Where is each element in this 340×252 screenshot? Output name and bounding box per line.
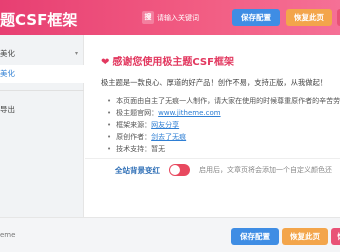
list-item: 本页面由自主了无痕一人制作，请大家在使用的时候尊重原作者的辛苦劳 <box>107 95 340 107</box>
main-content: ❤ 感谢您使用极主题CSF框架 极主题是一款良心、厚道的好产品！创作不易，支持正版… <box>85 35 340 217</box>
sidebar-item-export[interactable]: 导出 <box>0 101 84 119</box>
reset-page-button[interactable]: 恢复此页 <box>286 9 332 26</box>
footer-bar: eme 保存配置 恢复此页 恢 <box>0 217 340 252</box>
author-link[interactable]: 剑去了无痕 <box>151 133 186 141</box>
sidebar-item-label: 导出 <box>0 105 15 114</box>
heart-icon: ❤ <box>101 57 110 68</box>
list-item: 极主题官网：www.jitheme.com <box>107 107 340 119</box>
list-item-text: 原创作者： <box>116 133 152 141</box>
sidebar: 美化 ▾ 美化 导出 <box>0 35 84 217</box>
list-item: 技术支持：暂无 <box>107 143 340 155</box>
save-config-button[interactable]: 保存配置 <box>232 9 280 26</box>
card-title-text: 感谢您使用极主题CSF框架 <box>112 57 234 68</box>
sidebar-item-beautify-sub[interactable]: 美化 <box>0 65 84 83</box>
list-item-text: 本页面由自主了无痕一人制作，请大家在使用的时候尊重原作者的辛苦劳 <box>116 97 340 105</box>
sidebar-item-label: 美化 <box>0 69 15 78</box>
card-title: ❤ 感谢您使用极主题CSF框架 <box>101 53 234 68</box>
footer-restore-all-button[interactable]: 恢 <box>331 228 340 245</box>
list-item-text: 框架来源： <box>116 121 152 129</box>
header-bar: 题CSF框架 搜 保存配置 恢复此页 恢 <box>0 0 340 35</box>
source-link[interactable]: 网友分享 <box>151 121 179 129</box>
list-item-text: 技术支持：暂无 <box>116 145 166 153</box>
setting-label: 全站背景变红 <box>115 166 160 175</box>
sidebar-item-label: 美化 <box>0 49 15 58</box>
search-input[interactable] <box>157 9 223 26</box>
list-item: 原创作者：剑去了无痕 <box>107 131 340 143</box>
footer-reset-page-button[interactable]: 恢复此页 <box>282 228 328 245</box>
site-link[interactable]: www.jitheme.com <box>158 109 220 117</box>
sidebar-divider <box>0 90 84 91</box>
setting-help-text: 启用后，文章页将会添加一个自定义颜色还 <box>199 166 332 174</box>
footer-save-config-button[interactable]: 保存配置 <box>231 228 279 245</box>
list-item: 框架来源：网友分享 <box>107 119 340 131</box>
list-item-text: 极主题官网： <box>116 109 159 117</box>
card-intro: 极主题是一款良心、厚道的好产品！创作不易，支持正版，从我做起！ <box>101 78 328 87</box>
chevron-down-icon: ▾ <box>74 50 78 57</box>
setting-row: 全站背景变红 启用后，文章页将会添加一个自定义颜色还 <box>85 158 340 182</box>
welcome-card: ❤ 感谢您使用极主题CSF框架 极主题是一款良心、厚道的好产品！创作不易，支持正版… <box>95 45 340 175</box>
red-background-toggle[interactable] <box>169 164 190 176</box>
search-icon[interactable]: 搜 <box>142 11 154 24</box>
toggle-knob <box>170 165 180 175</box>
brand-title: 题CSF框架 <box>0 11 78 29</box>
sidebar-item-beautify[interactable]: 美化 ▾ <box>0 45 84 63</box>
footer-text: eme <box>0 231 16 239</box>
info-list: 本页面由自主了无痕一人制作，请大家在使用的时候尊重原作者的辛苦劳 极主题官网：w… <box>107 95 340 155</box>
